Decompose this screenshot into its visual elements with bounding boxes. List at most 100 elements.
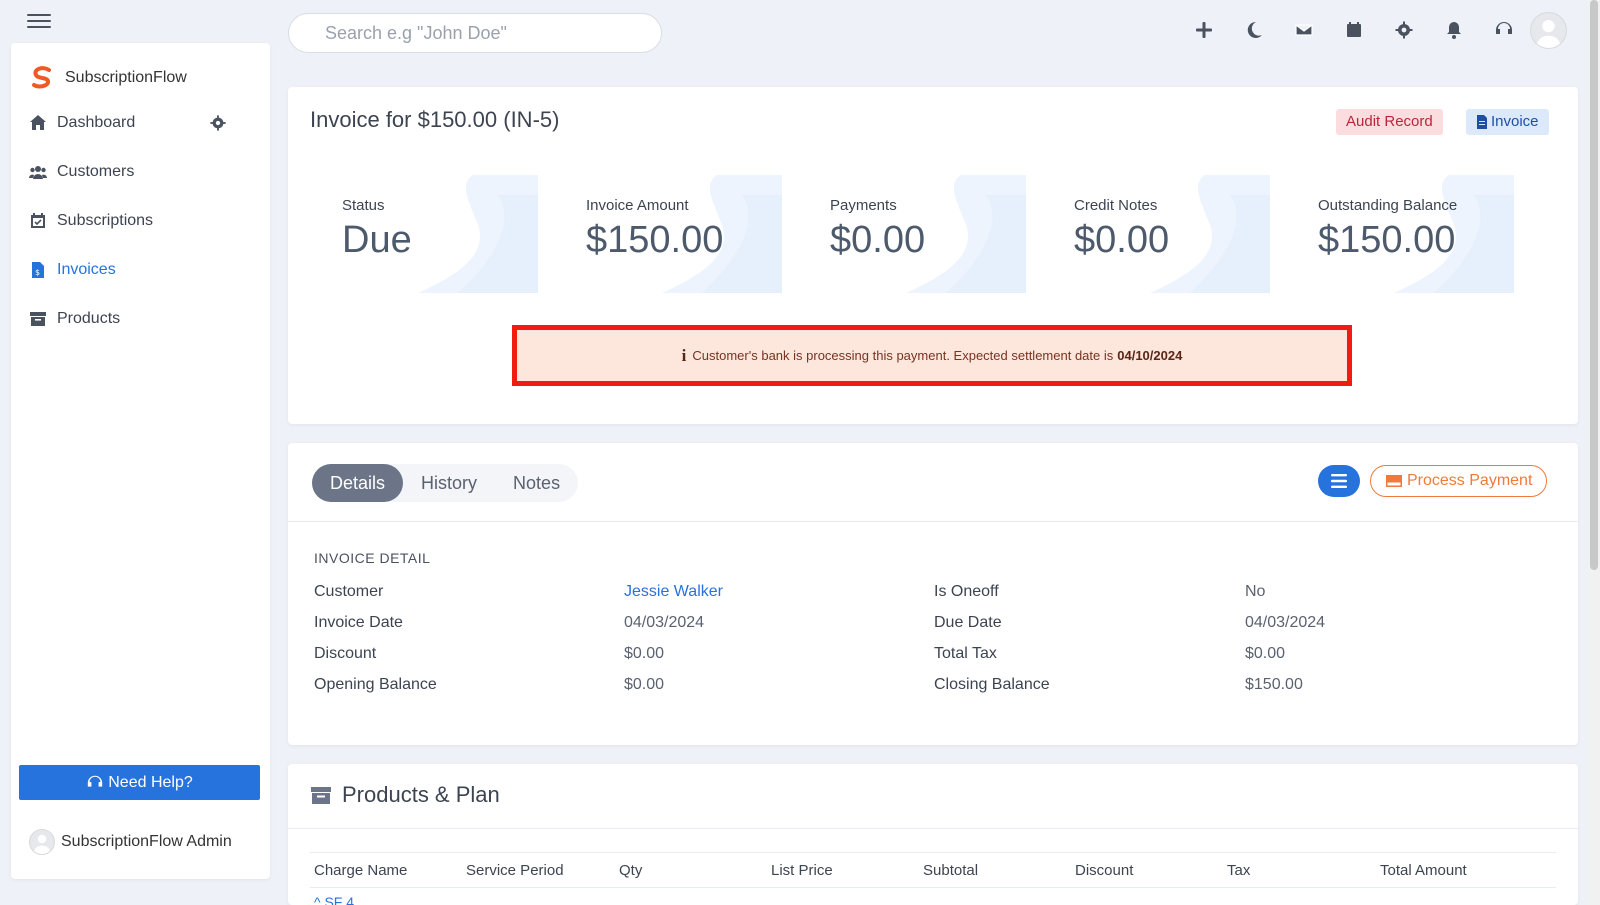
headset-icon[interactable] [1490,16,1518,44]
page-title: Invoice for $150.00 (IN-5) [310,107,560,132]
detail-label: Invoice Date [314,614,403,631]
column-header[interactable]: Discount [1075,862,1133,879]
detail-value: $0.00 [624,645,665,662]
archive-icon [27,309,49,329]
stat-label: Payments [830,197,897,214]
stat-label: Invoice Amount [586,197,689,214]
users-icon [27,162,49,182]
stat-value: $150.00 [1318,219,1456,261]
detail-label: Total Tax [934,645,997,662]
detail-value: 04/03/2024 [1245,614,1326,631]
user-avatar[interactable] [1530,12,1567,49]
dashboard-settings-icon[interactable] [209,114,227,132]
svg-text:$: $ [35,268,40,277]
divider [288,521,1578,522]
process-payment-label: Process Payment [1407,472,1533,489]
tab-details[interactable]: Details [312,464,404,502]
stat-outstanding-balance: Outstanding Balance $150.00 [1308,175,1514,293]
calendar-check-icon [27,211,49,231]
header-actions [1190,16,1540,44]
detail-label: Discount [314,645,377,662]
detail-label: Is Oneoff [934,583,999,600]
column-header[interactable]: Subtotal [923,862,978,879]
stat-label: Credit Notes [1074,197,1158,214]
sidebar-item-label: Customers [57,163,135,180]
moon-icon[interactable] [1240,16,1268,44]
sidebar-item-products[interactable]: Products [27,309,247,329]
scrollbar-thumb[interactable] [1590,0,1598,570]
tab-history[interactable]: History [403,464,495,502]
table-row[interactable]: ^ SF 4 [314,894,354,905]
detail-value: No [1245,583,1266,600]
detail-value: $150.00 [1245,676,1303,693]
detail-label: Opening Balance [314,676,437,693]
headset-icon [88,775,103,787]
sidebar-item-label: Subscriptions [57,212,154,229]
envelope-icon[interactable] [1290,16,1318,44]
invoice-icon [1477,115,1487,129]
column-header[interactable]: Qty [619,862,642,879]
actions-menu-button[interactable] [1318,465,1360,497]
need-help-label: Need Help? [108,773,193,791]
archive-icon [311,787,331,804]
charge-name-link[interactable]: SF 4 [324,894,354,905]
home-icon [27,113,49,133]
products-plan-title: Products & Plan [310,782,500,808]
stat-value: $150.00 [586,219,724,261]
invoice-pdf-button[interactable]: Invoice [1466,109,1549,135]
audit-record-button[interactable]: Audit Record [1336,109,1443,135]
section-title: INVOICE DETAIL [314,550,431,566]
detail-value: $0.00 [1245,645,1286,662]
stat-status: Status Due [332,175,538,293]
column-header[interactable]: Tax [1227,862,1250,879]
column-header[interactable]: Charge Name [314,862,407,879]
column-header[interactable]: Total Amount [1380,862,1467,879]
invoice-button-label: Invoice [1491,113,1539,130]
sidebar-item-label: Invoices [57,261,116,278]
sidebar-item-dashboard[interactable]: Dashboard [27,113,247,133]
stat-value: Due [342,219,412,261]
brand[interactable]: SubscriptionFlow [29,65,187,91]
bell-icon[interactable] [1440,16,1468,44]
customer-link[interactable]: Jessie Walker [624,583,723,601]
admin-name: SubscriptionFlow Admin [61,833,232,850]
stat-label: Status [342,197,385,214]
stat-payments: Payments $0.00 [820,175,1026,293]
detail-label: Closing Balance [934,676,1050,693]
products-plan-card: Products & Plan Charge Name Service Peri… [288,764,1578,905]
alert-text: Customer's bank is processing this payme… [692,348,1114,363]
stat-value: $0.00 [830,219,926,261]
sidebar: SubscriptionFlow Dashboard Customers Sub… [11,43,270,879]
column-header[interactable]: Service Period [466,862,564,879]
alert-date: 04/10/2024 [1117,348,1183,363]
sidebar-item-subscriptions[interactable]: Subscriptions [27,211,247,231]
subscriptionflow-logo-icon [32,66,51,89]
sidebar-item-label: Dashboard [57,114,136,131]
scrollbar[interactable] [1588,0,1600,905]
stat-credit-notes: Credit Notes $0.00 [1064,175,1270,293]
tab-notes[interactable]: Notes [495,464,578,502]
invoice-stats: Status Due Invoice Amount $150.00 Paymen… [332,175,1514,293]
process-payment-button[interactable]: Process Payment [1370,465,1548,497]
calendar-icon[interactable] [1340,16,1368,44]
invoice-summary-card: Invoice for $150.00 (IN-5) Audit Record … [288,87,1578,424]
stat-value: $0.00 [1074,219,1170,261]
detail-label: Due Date [934,614,1002,631]
column-header[interactable]: List Price [771,862,833,879]
admin-profile[interactable]: SubscriptionFlow Admin [29,829,232,855]
sidebar-item-invoices[interactable]: $ Invoices [27,260,247,280]
need-help-button[interactable]: Need Help? [19,765,260,800]
hamburger-menu-icon[interactable] [27,12,51,30]
sidebar-item-customers[interactable]: Customers [27,162,247,182]
credit-card-icon [1386,475,1402,487]
info-icon: i [681,345,687,365]
products-table-header: Charge Name Service Period Qty List Pric… [310,852,1556,888]
detail-label: Customer [314,583,384,600]
stat-invoice-amount: Invoice Amount $150.00 [576,175,782,293]
divider [288,828,1578,829]
plus-icon[interactable] [1190,16,1218,44]
stat-label: Outstanding Balance [1318,197,1458,214]
gear-icon[interactable] [1390,16,1418,44]
search-input[interactable] [288,13,662,53]
payment-processing-alert: i Customer's bank is processing this pay… [512,325,1352,386]
